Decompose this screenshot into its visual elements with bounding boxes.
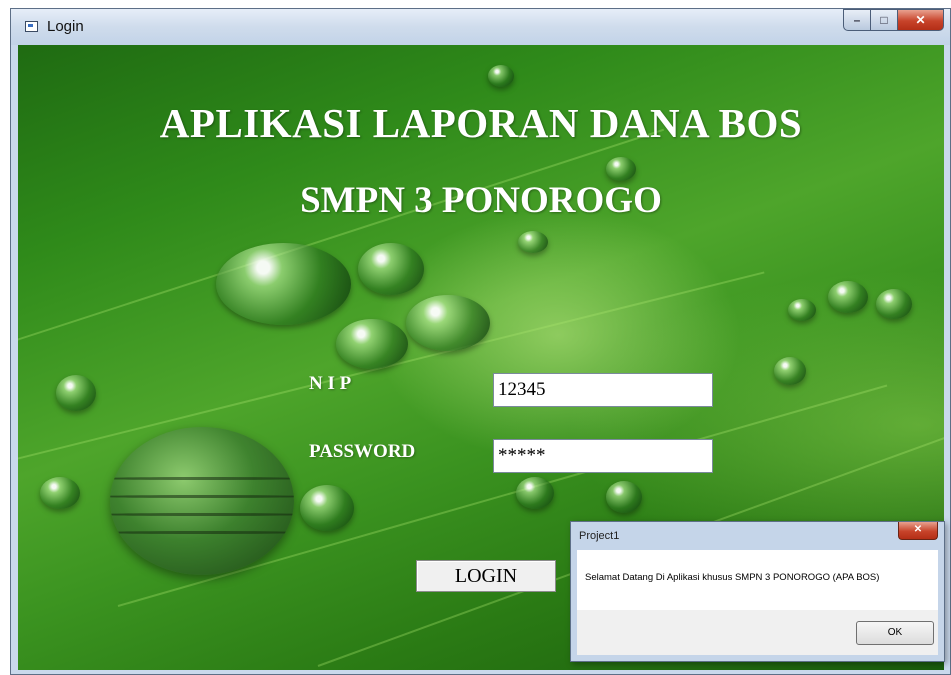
password-label: PASSWORD xyxy=(309,441,416,462)
water-drop xyxy=(606,481,642,513)
login-button[interactable]: LOGIN xyxy=(416,560,556,592)
water-drop xyxy=(216,243,351,325)
ok-button[interactable]: OK xyxy=(856,621,934,645)
water-drop xyxy=(358,243,424,295)
dialog-message: Selamat Datang Di Aplikasi khusus SMPN 3… xyxy=(585,572,880,583)
minimize-button[interactable]: – xyxy=(843,9,871,31)
water-drop xyxy=(516,477,554,509)
dialog-title: Project1 xyxy=(579,530,620,542)
large-water-drop xyxy=(110,427,294,575)
water-drop xyxy=(336,319,408,369)
water-drop xyxy=(774,357,806,385)
app-icon xyxy=(25,21,38,32)
close-button[interactable]: ✕ xyxy=(898,9,944,31)
water-drop xyxy=(40,477,80,509)
nip-label: N I P xyxy=(309,373,352,394)
titlebar[interactable]: Login – □ ✕ xyxy=(11,9,950,45)
water-drop xyxy=(518,231,548,253)
maximize-button[interactable]: □ xyxy=(871,9,898,31)
water-drop xyxy=(300,485,354,531)
leaf-vein xyxy=(18,128,665,347)
app-title: APLIKASI LAPORAN DANA BOS xyxy=(159,100,803,146)
water-drop xyxy=(406,295,490,351)
water-drop xyxy=(488,65,514,87)
message-dialog: Project1 ✕ Selamat Datang Di Aplikasi kh… xyxy=(570,521,945,662)
water-drop xyxy=(876,289,912,319)
school-name: SMPN 3 PONOROGO xyxy=(300,180,662,221)
password-input[interactable] xyxy=(493,439,713,473)
water-drop xyxy=(56,375,96,411)
nip-input[interactable] xyxy=(493,373,713,407)
water-drop xyxy=(606,157,636,181)
window-controls: – □ ✕ xyxy=(843,9,944,31)
water-drop xyxy=(788,299,816,321)
water-drop xyxy=(828,281,868,313)
window-title: Login xyxy=(47,18,84,35)
dialog-close-button[interactable]: ✕ xyxy=(898,522,938,540)
